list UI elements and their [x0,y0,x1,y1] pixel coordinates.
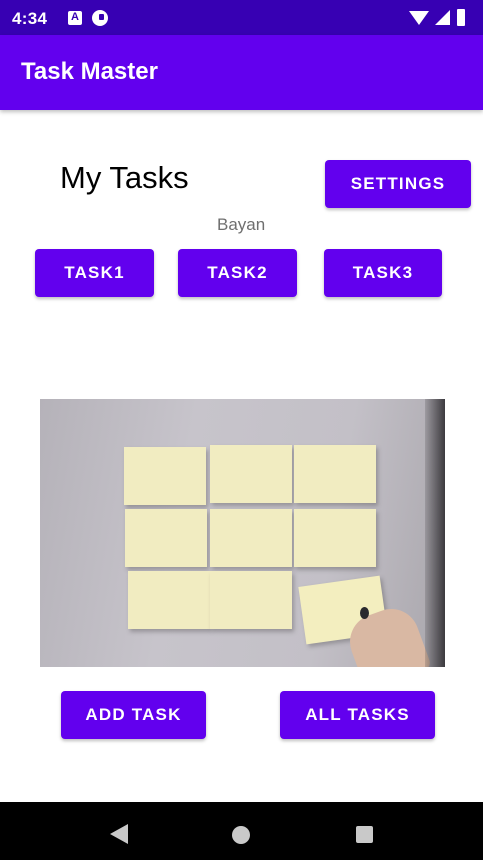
task3-button[interactable]: TASK3 [324,249,442,297]
status-indicators [409,9,475,27]
back-icon[interactable] [110,824,128,844]
task2-button[interactable]: TASK2 [178,249,297,297]
notification-a-icon: A [68,11,82,25]
sticky-notes-image [40,399,445,667]
all-tasks-button[interactable]: ALL TASKS [280,691,435,739]
image-shadow [425,399,445,667]
app-bar: Task Master [0,35,483,110]
sticky-note [128,571,210,629]
recents-icon[interactable] [356,826,373,843]
sticky-note [124,447,206,505]
sticky-note [294,509,376,567]
sticky-note [125,509,207,567]
signal-icon [435,10,450,25]
sync-icon [92,10,108,26]
username-label: Bayan [217,215,266,234]
page-title: My Tasks [60,160,189,195]
add-task-button[interactable]: ADD TASK [61,691,206,739]
status-time: 4:34 [12,9,48,28]
app-title: Task Master [21,58,158,85]
wifi-icon [409,11,429,25]
task1-button[interactable]: TASK1 [35,249,154,297]
sticky-note [210,509,292,567]
settings-button[interactable]: SETTINGS [325,160,471,208]
sticky-note [210,445,292,503]
sticky-note [294,445,376,503]
status-bar: 4:34 A [0,0,483,35]
battery-icon [457,9,465,26]
sticky-note [210,571,292,629]
fingernail [360,607,369,619]
navigation-bar [0,802,483,860]
home-icon[interactable] [232,826,250,844]
